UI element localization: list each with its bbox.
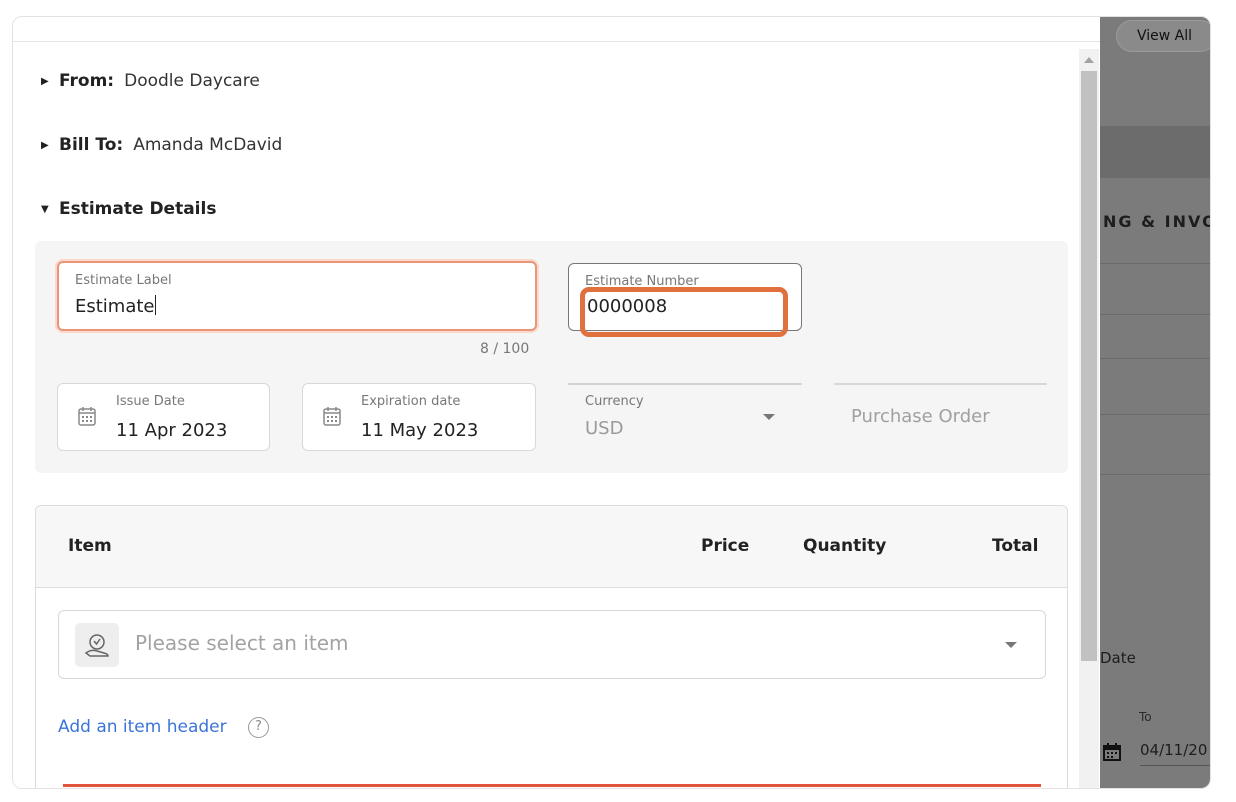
purchase-order-placeholder: Purchase Order bbox=[851, 406, 990, 427]
divider bbox=[1100, 314, 1210, 315]
bill-to-value: Amanda McDavid bbox=[133, 135, 283, 155]
error-divider bbox=[63, 784, 1041, 787]
caret-right-icon: ▶ bbox=[41, 139, 49, 151]
issue-date-caption: Issue Date bbox=[116, 394, 185, 409]
column-header-price: Price bbox=[701, 536, 750, 556]
background-section-heading: NG & INVO bbox=[1103, 212, 1211, 231]
items-table: Item Price Quantity Total Please select … bbox=[35, 505, 1068, 788]
app-frame: View All NG & INVO Date To 04/11/20 ▶ Fr… bbox=[12, 16, 1211, 789]
calendar-icon bbox=[323, 407, 341, 426]
character-counter: 8 / 100 bbox=[480, 341, 530, 357]
estimate-label-caption: Estimate Label bbox=[75, 273, 172, 288]
calendar-icon bbox=[1102, 742, 1122, 767]
estimate-label-input[interactable]: Estimate Label Estimate bbox=[57, 261, 537, 331]
scrollbar[interactable] bbox=[1079, 49, 1099, 788]
currency-caption: Currency bbox=[585, 394, 644, 409]
estimate-details-label: Estimate Details bbox=[59, 199, 217, 219]
view-all-button[interactable]: View All bbox=[1116, 20, 1210, 52]
divider bbox=[1100, 414, 1210, 415]
item-select-placeholder: Please select an item bbox=[135, 631, 349, 655]
items-table-header: Item Price Quantity Total bbox=[36, 506, 1067, 588]
column-header-quantity: Quantity bbox=[803, 536, 887, 556]
divider bbox=[1100, 263, 1210, 264]
currency-select[interactable]: Currency USD bbox=[568, 383, 802, 439]
divider bbox=[1100, 358, 1210, 359]
caret-down-icon: ▼ bbox=[41, 203, 49, 215]
chevron-down-icon bbox=[1005, 642, 1017, 648]
estimate-label-value: Estimate bbox=[75, 295, 156, 317]
product-icon bbox=[75, 623, 119, 667]
expiration-date-value: 11 May 2023 bbox=[361, 420, 479, 441]
date-label: Date bbox=[1100, 649, 1136, 667]
to-date-input[interactable]: 04/11/20 bbox=[1140, 741, 1210, 766]
issue-date-input[interactable]: Issue Date 11 Apr 2023 bbox=[57, 383, 270, 451]
expiration-date-caption: Expiration date bbox=[361, 394, 461, 409]
currency-value: USD bbox=[585, 418, 624, 439]
scroll-up-arrow-icon[interactable] bbox=[1084, 57, 1094, 63]
background-page: View All NG & INVO Date To 04/11/20 bbox=[1100, 17, 1211, 788]
bill-to-label: Bill To: bbox=[59, 135, 124, 155]
from-value: Doodle Daycare bbox=[124, 71, 260, 91]
background-band bbox=[1100, 126, 1210, 178]
column-header-total: Total bbox=[992, 536, 1039, 556]
from-section-toggle[interactable]: ▶ From: Doodle Daycare bbox=[41, 71, 260, 91]
issue-date-value: 11 Apr 2023 bbox=[116, 420, 228, 441]
add-item-header-link[interactable]: Add an item header bbox=[58, 717, 227, 737]
caret-right-icon: ▶ bbox=[41, 75, 49, 87]
expiration-date-input[interactable]: Expiration date 11 May 2023 bbox=[302, 383, 536, 451]
modal-header-divider bbox=[13, 41, 1100, 42]
bill-to-section-toggle[interactable]: ▶ Bill To: Amanda McDavid bbox=[41, 135, 282, 155]
to-label: To bbox=[1139, 710, 1152, 724]
scrollbar-thumb[interactable] bbox=[1081, 71, 1097, 661]
divider bbox=[1100, 474, 1210, 475]
chevron-down-icon bbox=[763, 414, 775, 420]
help-icon[interactable]: ? bbox=[248, 717, 269, 738]
purchase-order-input[interactable]: Purchase Order bbox=[834, 383, 1047, 427]
estimate-details-panel: Estimate Label Estimate 8 / 100 Estimate… bbox=[35, 241, 1068, 473]
from-label: From: bbox=[59, 71, 115, 91]
item-select-dropdown[interactable]: Please select an item bbox=[58, 610, 1046, 679]
estimate-modal: ▶ From: Doodle Daycare ▶ Bill To: Amanda… bbox=[13, 17, 1100, 788]
calendar-icon bbox=[78, 407, 96, 426]
column-header-item: Item bbox=[68, 536, 112, 556]
estimate-details-toggle[interactable]: ▼ Estimate Details bbox=[41, 199, 226, 219]
highlight-annotation bbox=[580, 287, 788, 337]
